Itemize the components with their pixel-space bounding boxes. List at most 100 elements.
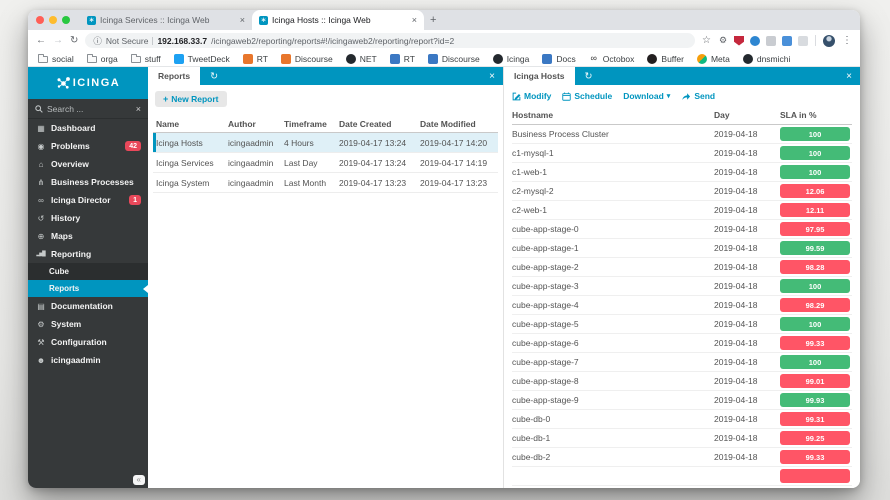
browser-tab-icinga-hosts[interactable]: ∗ Icinga Hosts :: Icinga Web × [252,10,424,30]
sidebar-item-documentation[interactable]: ▤ Documentation [28,297,148,315]
shield-extension-icon[interactable] [734,35,744,46]
sla-badge: 99.01 [780,374,850,388]
sidebar-item-label: icingaadmin [51,355,101,365]
sidebar-item-overview[interactable]: ⌂ Overview [28,155,148,173]
sla-hostname: c2-mysql-2 [512,186,554,196]
report-date-modified: 2019-04-17 14:20 [420,137,488,148]
address-bar[interactable]: ⓘ Not Secure 192.168.33.7/icingaweb2/rep… [85,33,696,48]
sidebar-item-system[interactable]: ⚙ System [28,315,148,333]
bookmark-item[interactable]: Docs [542,53,576,64]
bookmark-item[interactable]: RT [389,53,415,64]
blue-circle-extension-icon[interactable] [750,35,760,46]
bookmark-item[interactable]: Discourse [427,53,480,64]
sidebar-item-maps[interactable]: ⊕ Maps [28,227,148,245]
sla-hostname: c1-web-1 [512,167,547,177]
reload-button[interactable]: ↻ [70,35,78,46]
back-button[interactable]: ← [36,35,46,46]
sidebar-item-configuration[interactable]: ⚒ Configuration [28,333,148,351]
close-panel-icon[interactable]: × [489,71,495,82]
bookmark-item[interactable]: social [38,54,74,64]
bookmark-label: Octobox [602,53,635,64]
new-tab-button[interactable]: + [430,14,436,26]
report-row[interactable]: Icinga Hosts icingaadmin 4 Hours 2019-04… [153,133,498,153]
profile-avatar[interactable] [823,34,835,47]
bookmark-item[interactable]: Discourse [280,53,333,64]
sidebar-item-cube[interactable]: Cube [28,263,148,280]
bookmark-star-icon[interactable]: ☆ [702,35,711,46]
bookmark-item[interactable]: dnsmichi [742,53,791,64]
sla-hostname: cube-app-stage-6 [512,338,579,348]
sidebar-item-business-processes[interactable]: ⋔ Business Processes [28,173,148,191]
search-input[interactable] [47,103,119,114]
refresh-icon[interactable]: ↻ [585,71,593,82]
report-name: Icinga Services [156,157,214,168]
modify-button[interactable]: Modify [512,91,551,101]
tab-close-icon[interactable]: × [240,15,245,25]
report-name: Icinga System [156,177,210,188]
bookmark-item[interactable]: stuff [130,54,161,64]
sidebar-item-label: History [51,213,81,223]
report-row[interactable]: Icinga Services icingaadmin Last Day 201… [153,153,498,173]
grey-square-extension-icon[interactable] [766,35,776,46]
browser-tab-icinga-services[interactable]: ∗ Icinga Services :: Icinga Web × [80,10,252,30]
bookmark-item[interactable]: TweetDeck [173,53,230,64]
sidebar-item-problems[interactable]: ◉ Problems 42 [28,137,148,155]
report-name: Icinga Hosts [156,137,203,148]
tab-reports[interactable]: Reports [148,67,201,85]
sidebar-item-reports[interactable]: Reports [28,280,148,297]
bookmark-item[interactable]: ∞ Octobox [589,54,635,64]
refresh-icon[interactable]: ↻ [210,71,218,82]
puzzle-extension-icon[interactable] [798,35,808,46]
bookmark-label: RT [403,53,415,64]
sidebar-item-icingaadmin[interactable]: ☻ icingaadmin [28,351,148,369]
bookmark-label: Buffer [661,53,684,64]
bookmark-item[interactable]: RT [242,53,268,64]
sidebar-item-dashboard[interactable]: ▦ Dashboard [28,119,148,137]
sidebar-item-icinga-director[interactable]: ∞ Icinga Director 1 [28,191,148,209]
send-button[interactable]: Send [681,91,715,101]
report-date-created: 2019-04-17 13:24 [339,137,407,148]
sla-badge: 100 [780,127,850,141]
window-close-button[interactable] [36,16,44,24]
icinga-director-icon: ∞ [38,195,44,205]
new-report-button[interactable]: + New Report [155,91,227,107]
sidebar-collapse-button[interactable]: « [132,475,145,485]
bookmark-item[interactable]: Meta [696,53,730,64]
download-button[interactable]: Download ▾ [623,91,670,101]
sla-badge: 100 [780,146,850,160]
window-controls [36,16,70,24]
sidebar-item-reporting[interactable]: ▂▅█ Reporting [28,245,148,263]
bookmark-item[interactable]: Buffer [647,53,684,64]
bookmark-item[interactable]: NET [345,53,377,64]
icinga-web-app: ICINGA × ▦ Dashboard ◉ Problems [28,67,860,488]
gear-extension-icon[interactable]: ⚙ [718,36,728,46]
bookmark-label: dnsmichi [756,53,791,64]
sidebar-item-history[interactable]: ↺ History [28,209,148,227]
dashboard-icon: ▦ [37,123,45,133]
forward-button[interactable]: → [53,35,63,46]
bookmark-item[interactable]: orga [86,54,118,64]
bookmark-label: Docs [556,53,576,64]
sla-badge: 99.25 [780,431,850,445]
window-zoom-button[interactable] [62,16,70,24]
info-icon[interactable]: ⓘ [93,35,102,47]
rt-icon [242,53,253,64]
bookmark-item[interactable]: Icinga [492,53,529,64]
tab-icinga-hosts[interactable]: Icinga Hosts [504,67,575,85]
blue-square-extension-icon[interactable] [782,35,792,46]
folder-icon [86,54,97,63]
window-minimize-button[interactable] [49,16,57,24]
sla-hostname: cube-db-2 [512,452,551,462]
schedule-button[interactable]: Schedule [562,91,612,101]
configuration-icon: ⚒ [37,337,44,347]
report-date-modified: 2019-04-17 14:19 [420,157,488,168]
chrome-menu-icon[interactable]: ⋮ [842,35,852,46]
report-author: icingaadmin [228,177,274,188]
system-icon: ⚙ [37,319,44,329]
sla-day: 2019-04-18 [714,452,758,462]
search-clear-icon[interactable]: × [136,104,141,114]
icinga-logo[interactable]: ICINGA [28,67,148,99]
tab-close-icon[interactable]: × [412,15,417,25]
close-panel-icon[interactable]: × [846,71,852,82]
report-row[interactable]: Icinga System icingaadmin Last Month 201… [153,173,498,193]
